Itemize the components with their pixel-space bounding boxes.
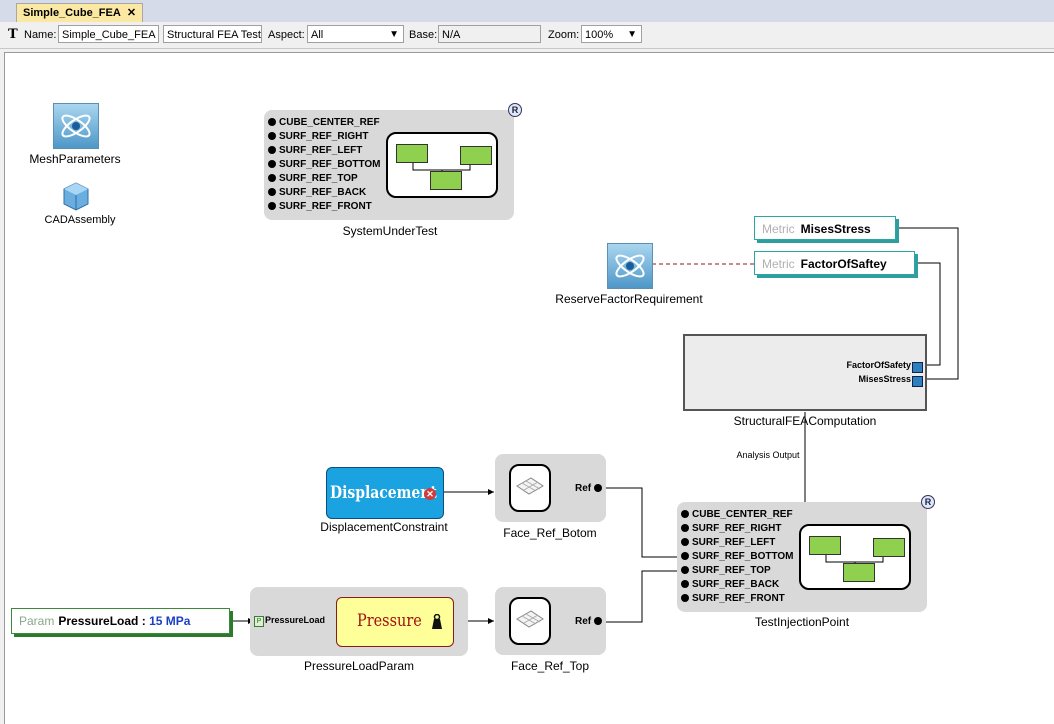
tab-title: Simple_Cube_FEA (23, 7, 121, 19)
zoom-value: 100% (585, 29, 614, 41)
param-pressure-load[interactable]: Param PressureLoad : 15 MPa (11, 608, 230, 634)
text-tool-icon[interactable]: T (8, 27, 18, 42)
face-ref-bottom-label: Face_Ref_Botom (503, 526, 597, 540)
displacement-text: Displacement (330, 483, 437, 503)
atom-icon[interactable] (607, 243, 653, 289)
port-surf-ref-front[interactable]: SURF_REF_FRONT (268, 201, 372, 212)
aspect-select[interactable]: All ▼ (307, 25, 404, 43)
tab-bar: Simple_Cube_FEA ✕ (0, 0, 1054, 22)
port-square-icon (912, 376, 923, 387)
name-label: Name: (24, 29, 57, 41)
port-surf-ref-back[interactable]: SURF_REF_BACK (268, 187, 366, 198)
face-ref-top-block[interactable]: Ref (495, 587, 606, 655)
displacement-constraint-label: DisplacementConstraint (320, 520, 448, 534)
port-surf-ref-top[interactable]: SURF_REF_TOP (681, 565, 771, 576)
port-factor-of-safety[interactable]: FactorOfSafety (846, 360, 911, 370)
port-cube-center-ref[interactable]: CUBE_CENTER_REF (681, 509, 793, 520)
base-label: Base: (409, 29, 438, 41)
port-surf-ref-right[interactable]: SURF_REF_RIGHT (268, 131, 368, 142)
port-cube-center-ref[interactable]: CUBE_CENTER_REF (268, 117, 380, 128)
port-ref[interactable]: Ref (575, 616, 605, 627)
pressure-text: Pressure (357, 611, 422, 631)
cad-assembly-label: CADAssembly (44, 214, 116, 226)
port-mises-stress[interactable]: MisesStress (858, 374, 911, 384)
port-surf-ref-bottom[interactable]: SURF_REF_BOTTOM (268, 159, 381, 170)
port-square-icon (912, 362, 923, 373)
chevron-down-icon: ▼ (389, 29, 399, 40)
face-ref-top-label: Face_Ref_Top (510, 659, 590, 673)
port-surf-ref-front[interactable]: SURF_REF_FRONT (681, 593, 785, 604)
aspect-value: All (311, 29, 324, 41)
cube-icon[interactable] (60, 180, 92, 212)
zoom-select[interactable]: 100% ▼ (581, 25, 642, 43)
surface-icon (509, 464, 551, 512)
name-field[interactable]: Simple_Cube_FEA (58, 25, 159, 43)
port-ref[interactable]: Ref (575, 483, 605, 494)
pressure-load-param-label: PressureLoadParam (303, 659, 415, 673)
test-injection-point-label: TestInjectionPoint (754, 615, 850, 629)
zoom-label: Zoom: (548, 29, 580, 41)
pressure-box: Pressure (336, 597, 454, 647)
assembly-diagram-icon (799, 524, 911, 590)
port-pressure-load[interactable]: PressureLoad (265, 615, 325, 625)
tab-simple-cube-fea[interactable]: Simple_Cube_FEA ✕ (16, 3, 144, 22)
port-surf-ref-top[interactable]: SURF_REF_TOP (268, 173, 358, 184)
param-port-badge: P (254, 616, 264, 627)
test-injection-point-block[interactable]: CUBE_CENTER_REF SURF_REF_RIGHT SURF_REF_… (677, 502, 927, 612)
assembly-diagram-icon (386, 132, 498, 198)
registered-badge: R (921, 495, 935, 509)
analysis-output-label: Analysis Output (736, 450, 800, 460)
port-surf-ref-left[interactable]: SURF_REF_LEFT (681, 537, 775, 548)
close-icon[interactable]: ✕ (127, 7, 136, 19)
system-under-test-label: SystemUnderTest (342, 224, 438, 238)
structural-fea-label: StructuralFEAComputation (733, 414, 877, 428)
port-surf-ref-left[interactable]: SURF_REF_LEFT (268, 145, 362, 156)
mesh-parameters-label: MeshParameters (29, 152, 121, 166)
metric-factor-of-safety[interactable]: Metric FactorOfSaftey (754, 251, 915, 275)
port-surf-ref-right[interactable]: SURF_REF_RIGHT (681, 523, 781, 534)
atom-icon[interactable] (53, 103, 99, 149)
toolbar: T Name: Simple_Cube_FEA Structural FEA T… (0, 22, 1054, 49)
displacement-block[interactable]: Displacement ✕ (326, 467, 444, 519)
base-field[interactable]: N/A (438, 25, 541, 43)
chevron-down-icon: ▼ (627, 29, 637, 40)
aspect-label: Aspect: (268, 29, 305, 41)
surface-icon (509, 597, 551, 645)
reserve-factor-label: ReserveFactorRequirement (555, 292, 703, 306)
metric-mises-stress[interactable]: Metric MisesStress (754, 216, 896, 240)
structural-fea-block[interactable]: FactorOfSafety MisesStress (683, 334, 927, 411)
port-surf-ref-bottom[interactable]: SURF_REF_BOTTOM (681, 551, 794, 562)
registered-badge: R (508, 103, 522, 117)
weight-icon (429, 613, 445, 630)
kind-field[interactable]: Structural FEA Test (163, 25, 262, 43)
pressure-load-param-block[interactable]: P PressureLoad Pressure (250, 587, 468, 656)
port-surf-ref-back[interactable]: SURF_REF_BACK (681, 579, 779, 590)
face-ref-bottom-block[interactable]: Ref (495, 454, 606, 522)
system-under-test-block[interactable]: CUBE_CENTER_REF SURF_REF_RIGHT SURF_REF_… (264, 110, 514, 220)
error-icon: ✕ (424, 488, 436, 500)
